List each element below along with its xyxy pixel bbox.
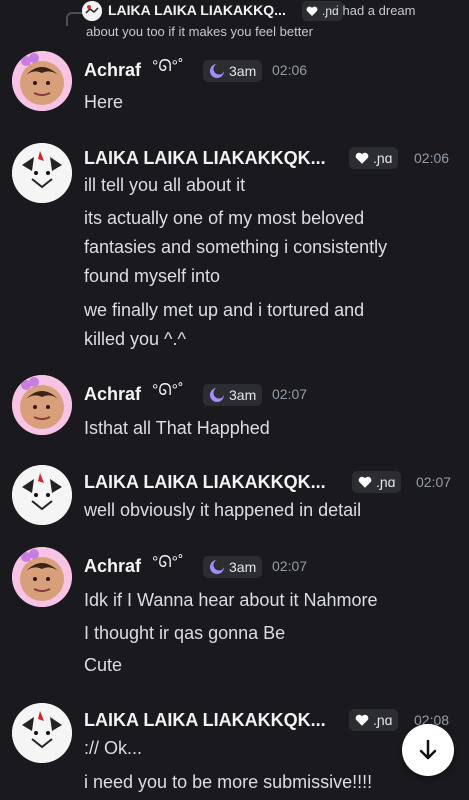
username[interactable]: LAIKA LAIKA LIAKAKKQK... <box>84 148 326 169</box>
message-text: ill tell you all about it <box>84 175 246 195</box>
avatar[interactable] <box>12 143 72 203</box>
reply-author[interactable]: LAIKA LAIKA LIAKAKKQ... <box>108 2 286 18</box>
moon-icon <box>210 559 225 574</box>
heart-icon <box>355 152 369 164</box>
message-group: LAIKA LAIKA LIAKAKKQK... .ɲɑ 02:08 :// O… <box>0 700 469 800</box>
heart-icon <box>355 714 369 726</box>
message-text: i need you to be more submissive!!!! <box>84 772 373 792</box>
message-group: Achraf °ᘏ°˚ 3am 02:07 Isthat all That Ha… <box>0 372 469 442</box>
heart-icon <box>306 6 318 16</box>
avatar[interactable] <box>12 465 72 525</box>
timestamp[interactable]: 02:07 <box>416 474 451 490</box>
tag-text: .ɲɑ <box>373 712 393 728</box>
message-text: Idk if I Wanna hear about it Nahmore <box>84 590 378 610</box>
message-text: fantasies and something i consistently <box>84 237 388 257</box>
message-group: Achraf °ᘏ°˚ 3am 02:06 Here <box>0 48 469 118</box>
avatar[interactable] <box>12 703 72 763</box>
reply-text: i had a dream <box>336 3 416 18</box>
timestamp[interactable]: 02:06 <box>414 150 449 166</box>
username-decoration: °ᘏ°˚ <box>152 382 184 399</box>
reply-avatar[interactable] <box>82 1 102 21</box>
username[interactable]: Achraf <box>84 384 141 405</box>
message-text: killed you ^.^ <box>84 329 186 349</box>
tag-text: 3am <box>229 63 257 79</box>
reply-text-continued: about you too if it makes you feel bette… <box>86 24 313 39</box>
message-text: I thought ir qas gonna Be <box>84 623 286 643</box>
moon-icon <box>210 63 225 78</box>
message-text: its actually one of my most beloved <box>84 208 365 228</box>
message-group: LAIKA LAIKA LIAKAKKQK... .ɲɑ 02:06 ill t… <box>0 138 469 358</box>
server-tag[interactable]: .ɲɑ <box>349 709 399 731</box>
message-text: Isthat all That Happhed <box>84 418 270 438</box>
username[interactable]: LAIKA LAIKA LIAKAKKQK... <box>84 472 326 493</box>
message-text: Cute <box>84 655 123 675</box>
server-tag[interactable]: .ɲɑ <box>349 147 399 169</box>
message-text: found myself into <box>84 266 221 286</box>
username[interactable]: Achraf <box>84 60 141 81</box>
server-tag[interactable]: 3am <box>203 556 263 578</box>
server-tag[interactable]: .ɲɑ <box>352 471 402 493</box>
message-group: LAIKA LAIKA LIAKAKKQK... .ɲɑ 02:07 well … <box>0 462 469 532</box>
tag-text: 3am <box>229 559 257 575</box>
moon-icon <box>210 387 225 402</box>
timestamp[interactable]: 02:06 <box>272 62 307 78</box>
tag-text: .ɲɑ <box>373 150 393 166</box>
message-text: Here <box>84 92 124 112</box>
avatar[interactable] <box>12 51 72 111</box>
timestamp[interactable]: 02:07 <box>272 386 307 402</box>
arrow-down-icon <box>419 739 437 760</box>
username-decoration: °ᘏ°˚ <box>152 554 184 571</box>
reply-preview[interactable]: LAIKA LAIKA LIAKAKKQ... .ɲɑ i had a drea… <box>40 0 460 44</box>
avatar[interactable] <box>12 375 72 435</box>
message-text: :// Ok... <box>84 738 143 758</box>
scroll-to-bottom-button[interactable] <box>402 724 454 776</box>
message-text: well obviously it happened in detail <box>84 500 362 520</box>
avatar[interactable] <box>12 547 72 607</box>
message-group: Achraf °ᘏ°˚ 3am 02:07 Idk if I Wanna hea… <box>0 544 469 684</box>
username-decoration: °ᘏ°˚ <box>152 58 184 75</box>
server-tag[interactable]: 3am <box>203 384 263 406</box>
tag-text: .ɲɑ <box>376 474 396 490</box>
username[interactable]: LAIKA LAIKA LIAKAKKQK... <box>84 710 326 731</box>
tag-text: 3am <box>229 387 257 403</box>
username[interactable]: Achraf <box>84 556 141 577</box>
message-text: we finally met up and i tortured and <box>84 300 365 320</box>
server-tag[interactable]: 3am <box>203 60 263 82</box>
timestamp[interactable]: 02:07 <box>272 558 307 574</box>
heart-icon <box>358 476 372 488</box>
